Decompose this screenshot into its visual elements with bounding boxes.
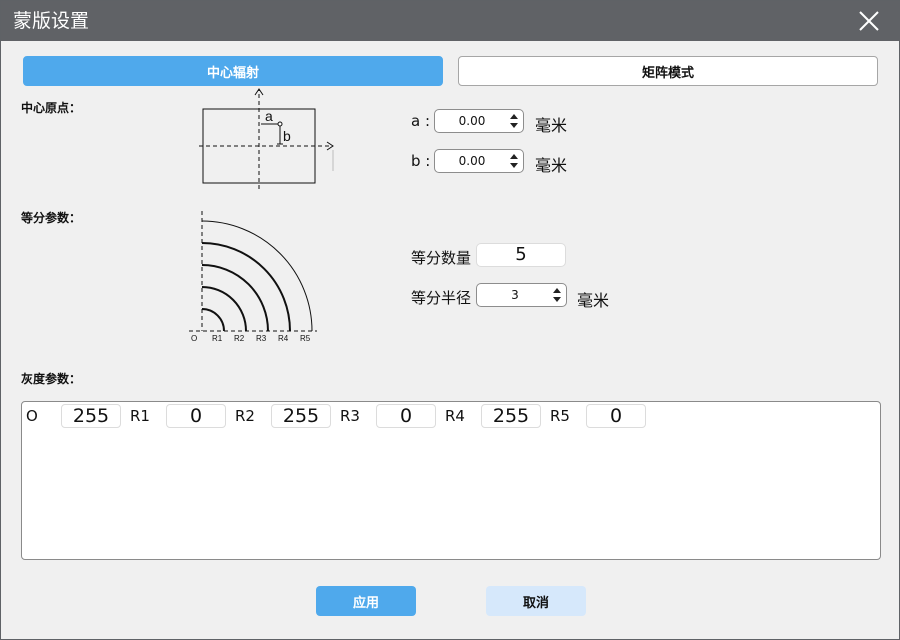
- arc-r5: [201, 220, 313, 332]
- b-spinbox[interactable]: 0.00: [434, 149, 524, 173]
- gray-value-r3[interactable]: 0: [376, 404, 436, 428]
- division-diagram: O R1 R2 R3 R4 R5: [189, 211, 317, 343]
- apply-button[interactable]: 应用: [316, 586, 416, 616]
- gray-label-r3: R3: [340, 407, 360, 425]
- arc-r3: [201, 264, 269, 332]
- diagram-origin-point: [277, 121, 283, 127]
- gray-value-r2[interactable]: 255: [271, 404, 331, 428]
- tick-label-o: O: [191, 334, 197, 343]
- center-origin-diagram: a b: [199, 88, 334, 189]
- tick-label-r3: R3: [256, 334, 267, 343]
- arc-r4: [201, 242, 291, 332]
- gray-params-label: 灰度参数：: [21, 372, 82, 386]
- diagram-a-label: a: [265, 108, 273, 124]
- gray-label-o: O: [26, 407, 38, 425]
- division-count-label: 等分数量: [411, 249, 472, 267]
- spin-arrows-icon[interactable]: [509, 153, 519, 169]
- division-radius-value[interactable]: 3: [477, 284, 553, 306]
- division-count-input[interactable]: 5: [476, 243, 566, 267]
- gray-label-r1: R1: [130, 407, 150, 425]
- division-radius-unit: 毫米: [577, 291, 610, 310]
- arc-r1: [201, 308, 225, 332]
- close-icon[interactable]: [853, 5, 885, 37]
- a-label: a :: [411, 112, 431, 130]
- division-radius-label: 等分半径: [411, 289, 472, 307]
- a-unit: 毫米: [535, 116, 568, 135]
- tab-center-radiation[interactable]: 中心辐射: [23, 56, 443, 86]
- gray-label-r4: R4: [445, 407, 465, 425]
- gray-value-o[interactable]: 255: [61, 404, 121, 428]
- b-label: b :: [411, 152, 431, 170]
- gray-value-r1[interactable]: 0: [166, 404, 226, 428]
- tick-label-r4: R4: [278, 334, 289, 343]
- window-title: 蒙版设置: [13, 10, 90, 32]
- gray-value-r5[interactable]: 0: [586, 404, 646, 428]
- gray-label-r5: R5: [550, 407, 570, 425]
- gray-value-r4[interactable]: 255: [481, 404, 541, 428]
- center-origin-label: 中心原点：: [21, 101, 82, 115]
- tick-label-r5: R5: [300, 334, 311, 343]
- a-spinbox[interactable]: 0.00: [434, 109, 524, 133]
- gray-label-r2: R2: [235, 407, 255, 425]
- division-params-label: 等分参数：: [21, 211, 82, 225]
- tick-label-r2: R2: [234, 334, 245, 343]
- b-unit: 毫米: [535, 156, 568, 175]
- title-bar: 蒙版设置: [1, 1, 900, 41]
- cancel-button[interactable]: 取消: [486, 586, 586, 616]
- division-radius-spinbox[interactable]: 3: [476, 283, 567, 307]
- mask-settings-dialog: 蒙版设置 中心辐射 矩阵模式 中心原点： a b a : 0.00 毫米 b :…: [0, 0, 900, 640]
- tick-label-r1: R1: [212, 334, 223, 343]
- tab-matrix-mode[interactable]: 矩阵模式: [458, 56, 878, 86]
- b-value[interactable]: 0.00: [435, 150, 509, 172]
- diagram-b-label: b: [283, 128, 291, 144]
- spin-arrows-icon[interactable]: [552, 287, 562, 303]
- a-value[interactable]: 0.00: [435, 110, 509, 132]
- spin-arrows-icon[interactable]: [509, 113, 519, 129]
